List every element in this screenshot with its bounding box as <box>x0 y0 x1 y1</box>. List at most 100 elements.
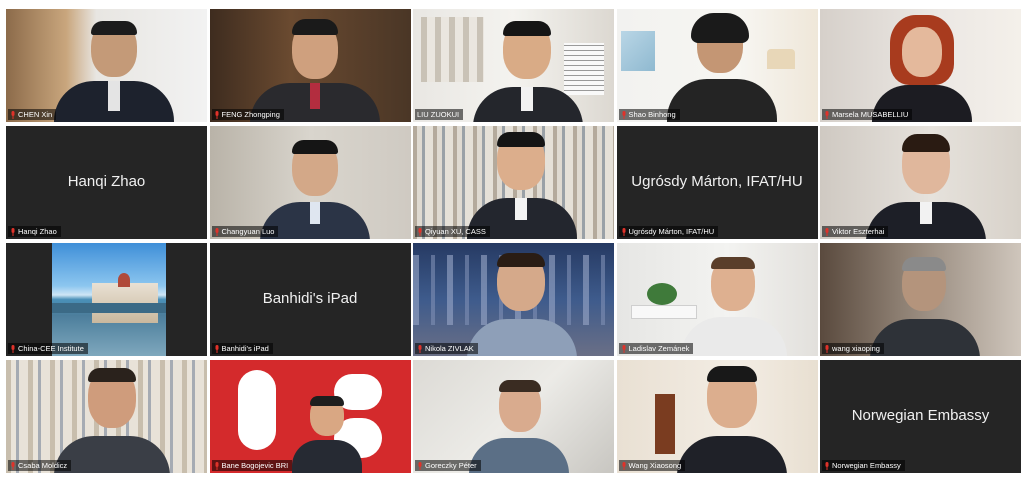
participant-name: China-CEE Institute <box>18 344 84 353</box>
participant-tile[interactable]: Shao Binhong <box>616 9 818 122</box>
participant-tile-no-video[interactable]: Banhidi's iPad Banhidi's iPad <box>209 243 411 356</box>
participant-video <box>259 140 370 239</box>
participant-name: Goreczky Péter <box>425 461 477 470</box>
participant-tile[interactable]: Changyuan Luo <box>209 126 411 239</box>
muted-mic-icon <box>622 461 625 470</box>
participant-tile[interactable]: Viktor Eszterhai <box>820 126 1021 239</box>
participant-name: Ugrósdy Márton, IFAT/HU <box>628 227 715 236</box>
video-grid: CHEN Xin FENG Zhongping LIU ZUOKUI Shao … <box>6 9 1021 474</box>
participant-name-label: Goreczky Péter <box>415 460 481 471</box>
participant-tile-no-video[interactable]: Norwegian Embassy Norwegian Embassy <box>820 360 1021 473</box>
muted-mic-icon <box>622 110 625 119</box>
doorway <box>654 394 675 454</box>
participant-display-name: Norwegian Embassy <box>851 407 990 425</box>
participant-video <box>666 13 777 122</box>
participant-display-name: Banhidi's iPad <box>262 290 358 308</box>
participant-name: FENG Zhongping <box>221 110 280 119</box>
participant-name: Nikola ZIVLAK <box>425 344 474 353</box>
participant-name-label: Marsela MUSABELLIU <box>822 109 913 120</box>
participant-name-label: Bane Bogojevic BRI <box>211 460 293 471</box>
participant-name: LIU ZUOKUI <box>417 110 460 119</box>
muted-mic-icon <box>215 344 218 353</box>
muted-mic-icon <box>11 227 15 236</box>
muted-mic-icon <box>825 227 829 236</box>
participant-display-name: Ugrósdy Márton, IFAT/HU <box>631 173 803 191</box>
participant-tile-active-speaker[interactable]: LIU ZUOKUI <box>413 9 614 122</box>
participant-name-label: Wang Xiaosong <box>618 460 686 471</box>
muted-mic-icon <box>215 461 218 470</box>
participant-video <box>467 132 577 239</box>
participant-name-label: CHEN Xin <box>8 109 57 120</box>
participant-video <box>54 368 170 473</box>
participant-name: Viktor Eszterhai <box>832 227 885 236</box>
participant-tile[interactable]: CHEN Xin <box>6 9 207 122</box>
participant-name: Ladislav Zemánek <box>628 344 690 353</box>
participant-video <box>866 134 986 239</box>
participant-video <box>249 19 380 122</box>
participant-name-label: Shao Binhong <box>618 109 680 120</box>
participant-video <box>870 257 980 356</box>
participant-name-label: Hanqi Zhao <box>8 226 61 237</box>
participant-name-label: Qiyuan XU, CASS <box>415 226 490 237</box>
participant-name: Changyuan Luo <box>221 227 275 236</box>
muted-mic-icon <box>215 110 218 119</box>
participant-tile[interactable]: China-CEE Institute <box>6 243 207 356</box>
muted-mic-icon <box>825 344 829 353</box>
muted-mic-icon <box>418 461 422 470</box>
participant-name: Qiyuan XU, CASS <box>425 227 486 236</box>
participant-video <box>872 15 972 122</box>
participant-video <box>469 380 569 473</box>
participant-video <box>676 366 787 473</box>
participant-display-name: Hanqi Zhao <box>67 173 146 191</box>
participant-name-label: Csaba Moldicz <box>8 460 72 471</box>
participant-name: Csaba Moldicz <box>18 461 68 470</box>
muted-mic-icon <box>622 344 625 353</box>
muted-mic-icon <box>215 227 218 236</box>
wall-map <box>620 31 655 71</box>
participant-name: Shao Binhong <box>628 110 676 119</box>
participant-name-label: wang xiaoping <box>822 343 884 354</box>
participant-name: Hanqi Zhao <box>18 227 57 236</box>
participant-name-label: Norwegian Embassy <box>822 460 905 471</box>
participant-video <box>291 396 362 473</box>
participant-tile[interactable]: Csaba Moldicz <box>6 360 207 473</box>
participant-tile[interactable]: Bane Bogojevic BRI <box>209 360 411 473</box>
participant-tile[interactable]: Wang Xiaosong <box>616 360 818 473</box>
participant-tile[interactable]: Ladislav Zemánek <box>616 243 818 356</box>
participant-name-label: Nikola ZIVLAK <box>415 343 478 354</box>
participant-video <box>473 21 583 122</box>
participant-name-label: Viktor Eszterhai <box>822 226 889 237</box>
muted-mic-icon <box>418 344 422 353</box>
plant <box>646 283 677 305</box>
participant-name: CHEN Xin <box>18 110 53 119</box>
participant-video <box>54 21 174 122</box>
muted-mic-icon <box>825 461 829 470</box>
participant-tile[interactable]: Marsela MUSABELLIU <box>820 9 1021 122</box>
muted-mic-icon <box>11 344 15 353</box>
participant-tile[interactable]: Goreczky Péter <box>413 360 614 473</box>
muted-mic-icon <box>11 461 15 470</box>
participant-name: Norwegian Embassy <box>832 461 901 470</box>
participant-tile[interactable]: Nikola ZIVLAK <box>413 243 614 356</box>
participant-tile[interactable]: Qiyuan XU, CASS <box>413 126 614 239</box>
participant-name: wang xiaoping <box>832 344 880 353</box>
participant-name-label: Ugrósdy Márton, IFAT/HU <box>618 226 719 237</box>
muted-mic-icon <box>622 227 625 236</box>
participant-name-label: Banhidi's iPad <box>211 343 273 354</box>
participant-name-label: China-CEE Institute <box>8 343 88 354</box>
muted-mic-icon <box>418 227 422 236</box>
participant-video <box>467 253 577 356</box>
participant-name-label: Ladislav Zemánek <box>618 343 694 354</box>
participant-tile[interactable]: FENG Zhongping <box>209 9 411 122</box>
muted-mic-icon <box>11 110 15 119</box>
participant-name: Banhidi's iPad <box>221 344 269 353</box>
participant-name: Marsela MUSABELLIU <box>832 110 909 119</box>
participant-tile[interactable]: wang xiaoping <box>820 243 1021 356</box>
participant-name-label: LIU ZUOKUI <box>415 109 464 120</box>
participant-name-label: Changyuan Luo <box>211 226 279 237</box>
participant-tile-no-video[interactable]: Ugrósdy Márton, IFAT/HU Ugrósdy Márton, … <box>616 126 818 239</box>
parliament-picture <box>52 243 166 356</box>
participant-video <box>680 257 787 356</box>
participant-name-label: FENG Zhongping <box>211 109 284 120</box>
participant-tile-no-video[interactable]: Hanqi Zhao Hanqi Zhao <box>6 126 207 239</box>
